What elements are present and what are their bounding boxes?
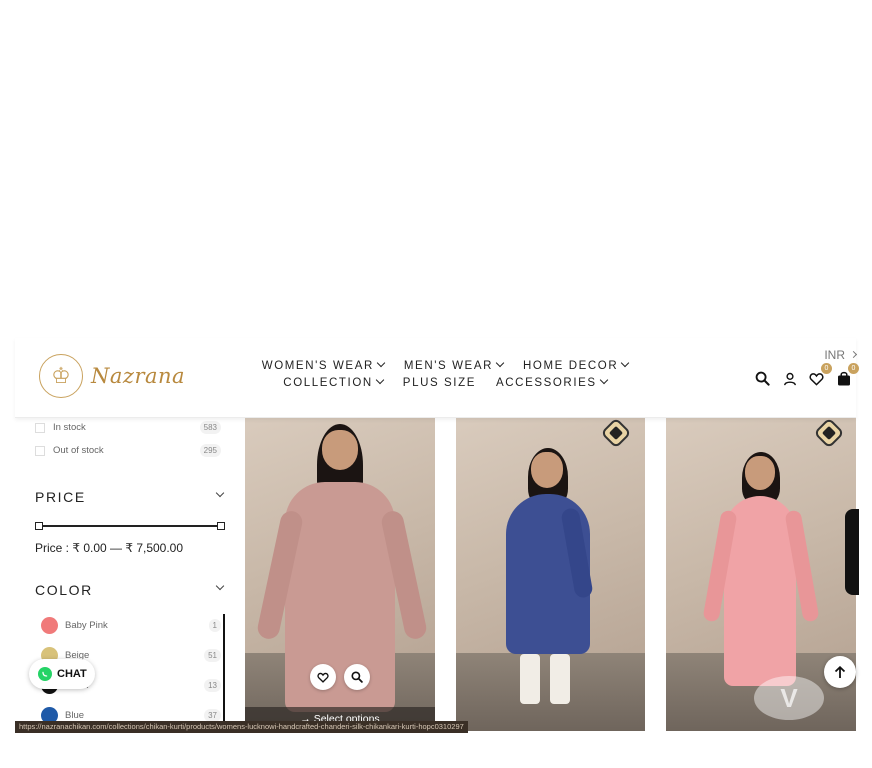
- heart-icon[interactable]: [310, 664, 336, 690]
- side-panel-tab[interactable]: [845, 509, 859, 595]
- price-slider-min-handle[interactable]: [35, 522, 43, 530]
- nav-womens-wear[interactable]: WOMEN'S WEAR: [262, 358, 386, 372]
- elephant-logo-icon: ♔: [39, 354, 83, 398]
- count-badge: 295: [199, 444, 221, 457]
- site-header: ♔ Nazrana WOMEN'S WEAR MEN'S WEAR HOME D…: [15, 338, 859, 418]
- nav-plus-size[interactable]: PLUS SIZE: [403, 377, 476, 389]
- color-option-baby-pink[interactable]: Baby Pink 1: [41, 617, 221, 634]
- product-image[interactable]: → Select options: [245, 418, 435, 731]
- whatsapp-icon: [38, 667, 52, 681]
- chevron-down-icon[interactable]: [215, 488, 225, 498]
- user-icon[interactable]: [781, 370, 798, 387]
- watermark-logo: V: [754, 676, 824, 720]
- search-icon[interactable]: [754, 370, 771, 387]
- count-badge: 1: [208, 619, 221, 632]
- color-list-scrollbar[interactable]: [223, 614, 225, 732]
- price-range-text: Price : ₹ 0.00 — ₹ 7,500.00: [35, 541, 184, 555]
- price-slider-max-handle[interactable]: [217, 522, 225, 530]
- chevron-down-icon[interactable]: [215, 581, 225, 591]
- whatsapp-chat-button[interactable]: CHAT: [29, 659, 95, 689]
- count-badge: 13: [204, 679, 221, 692]
- scroll-to-top-button[interactable]: [824, 656, 856, 688]
- nav-home-decor[interactable]: HOME DECOR: [523, 358, 630, 372]
- filter-out-of-stock[interactable]: Out of stock 295: [35, 444, 221, 457]
- filter-in-stock[interactable]: In stock 583: [35, 421, 221, 434]
- checkbox[interactable]: [35, 445, 45, 456]
- currency-selector[interactable]: INR: [824, 348, 858, 362]
- checkbox[interactable]: [35, 422, 45, 433]
- price-filter-title[interactable]: PRICE: [35, 489, 86, 505]
- nav-collection[interactable]: COLLECTION: [283, 375, 385, 389]
- color-filter-title[interactable]: COLOR: [35, 582, 93, 598]
- header-icons: 0 0: [754, 363, 859, 387]
- nav-mens-wear[interactable]: MEN'S WEAR: [404, 358, 505, 372]
- product-card[interactable]: → Select options: [245, 418, 435, 731]
- bag-icon[interactable]: 0: [835, 363, 859, 387]
- product-card[interactable]: [456, 418, 645, 731]
- nav-accessories[interactable]: ACCESSORIES: [496, 375, 608, 389]
- count-badge: 583: [199, 421, 221, 434]
- chevron-right-icon: [849, 350, 858, 359]
- chevron-down-icon: [599, 375, 608, 385]
- chevron-down-icon: [376, 358, 386, 368]
- cart-count-badge: 0: [848, 363, 859, 374]
- arrow-up-icon: [834, 665, 846, 678]
- chevron-down-icon: [375, 375, 385, 385]
- product-image[interactable]: [456, 418, 645, 731]
- wishlist-count-badge: 0: [821, 363, 832, 374]
- price-slider-track[interactable]: [39, 525, 221, 527]
- logo[interactable]: ♔ Nazrana: [39, 354, 185, 398]
- color-swatch: [41, 617, 58, 634]
- count-badge: 51: [204, 649, 221, 662]
- chevron-down-icon: [495, 358, 505, 368]
- search-icon[interactable]: [344, 664, 370, 690]
- heart-icon[interactable]: 0: [808, 363, 832, 387]
- chevron-down-icon: [620, 358, 630, 368]
- main-nav: WOMEN'S WEAR MEN'S WEAR HOME DECOR COLLE…: [255, 358, 635, 394]
- logo-text: Nazrana: [91, 364, 186, 388]
- status-bar-url: https://nazranachikan.com/collections/ch…: [15, 721, 468, 733]
